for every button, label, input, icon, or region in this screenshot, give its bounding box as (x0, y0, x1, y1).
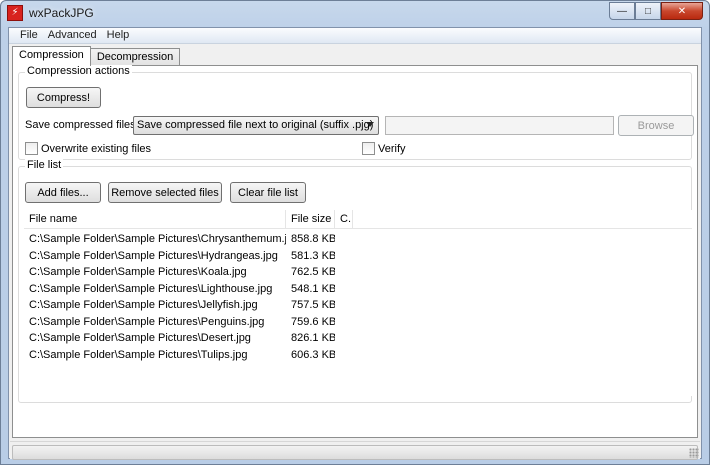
resize-grip-icon[interactable] (689, 448, 699, 458)
menu-help[interactable]: Help (102, 28, 135, 43)
table-row[interactable]: C:\Sample Folder\Sample Pictures\Lightho… (24, 281, 335, 298)
file-size-cell: 757.5 KB (291, 299, 335, 311)
menu-file[interactable]: File (15, 28, 43, 43)
file-list-rows: C:\Sample Folder\Sample Pictures\Chrysan… (24, 231, 335, 363)
menu-advanced[interactable]: Advanced (43, 28, 102, 43)
file-size-cell: 548.1 KB (291, 282, 335, 295)
file-size-cell: 826.1 KB (291, 332, 335, 344)
file-list-group: File list Add files... Remove selected f… (18, 159, 692, 403)
compress-button[interactable]: Compress! (26, 87, 101, 108)
file-name-cell: C:\Sample Folder\Sample Pictures\Koala.j… (29, 266, 247, 278)
tab-strip: Compression Decompression (12, 46, 181, 66)
file-size-cell: 762.5 KB (291, 266, 335, 278)
column-file-name[interactable]: File name (24, 210, 286, 229)
save-compressed-label: Save compressed files: (25, 119, 139, 131)
save-location-value: Save compressed file next to original (s… (137, 119, 374, 131)
output-path-field[interactable] (385, 116, 614, 135)
table-row[interactable]: C:\Sample Folder\Sample Pictures\Jellyfi… (24, 297, 335, 314)
file-name-cell: C:\Sample Folder\Sample Pictures\Chrysan… (29, 233, 286, 245)
minimize-button[interactable]: — (609, 2, 635, 20)
window-title: wxPackJPG (29, 6, 94, 20)
add-files-button[interactable]: Add files... (25, 182, 101, 203)
remove-selected-files-button[interactable]: Remove selected files (108, 182, 222, 203)
file-list-view[interactable]: File name File size C.. C:\Sample Folder… (24, 210, 692, 396)
tab-decompression[interactable]: Decompression (89, 48, 181, 66)
progress-bar (12, 445, 698, 460)
save-location-select[interactable]: Save compressed file next to original (s… (133, 116, 379, 135)
compression-actions-group: Compression actions Compress! Save compr… (18, 65, 694, 160)
title-bar[interactable]: ⚡ wxPackJPG — □ ✕ (1, 1, 709, 27)
clear-file-list-button[interactable]: Clear file list (230, 182, 306, 203)
table-row[interactable]: C:\Sample Folder\Sample Pictures\Hydrang… (24, 248, 335, 265)
column-compression[interactable]: C.. (335, 210, 353, 229)
file-size-cell: 759.6 KB (291, 315, 335, 328)
table-row[interactable]: C:\Sample Folder\Sample Pictures\Penguin… (24, 314, 335, 331)
caption-buttons: — □ ✕ (609, 2, 703, 20)
compression-panel: Compression actions Compress! Save compr… (12, 65, 698, 438)
chevron-down-icon (366, 122, 374, 127)
file-list-header: File name File size C.. (24, 210, 692, 229)
app-logo-icon: ⚡ (7, 5, 23, 21)
file-name-cell: C:\Sample Folder\Sample Pictures\Jellyfi… (29, 299, 258, 311)
file-name-cell: C:\Sample Folder\Sample Pictures\Desert.… (29, 332, 251, 344)
file-size-cell: 606.3 KB (291, 348, 335, 361)
close-button[interactable]: ✕ (661, 2, 703, 20)
file-size-cell: 858.8 KB (291, 233, 335, 245)
file-size-cell: 581.3 KB (291, 249, 335, 262)
table-row[interactable]: C:\Sample Folder\Sample Pictures\Chrysan… (24, 231, 335, 248)
status-bar (10, 441, 700, 460)
browse-button[interactable]: Browse (618, 115, 694, 136)
table-row[interactable]: C:\Sample Folder\Sample Pictures\Desert.… (24, 330, 335, 347)
verify-label: Verify (378, 143, 406, 155)
app-window: ⚡ wxPackJPG — □ ✕ File Advanced Help Com… (0, 0, 710, 465)
file-name-cell: C:\Sample Folder\Sample Pictures\Lightho… (29, 282, 273, 295)
table-row[interactable]: C:\Sample Folder\Sample Pictures\Koala.j… (24, 264, 335, 281)
file-name-cell: C:\Sample Folder\Sample Pictures\Tulips.… (29, 348, 248, 361)
verify-checkbox[interactable] (362, 142, 375, 155)
file-name-cell: C:\Sample Folder\Sample Pictures\Penguin… (29, 315, 265, 328)
overwrite-checkbox[interactable] (25, 142, 38, 155)
column-file-size[interactable]: File size (286, 210, 335, 229)
table-row[interactable]: C:\Sample Folder\Sample Pictures\Tulips.… (24, 347, 335, 364)
file-name-cell: C:\Sample Folder\Sample Pictures\Hydrang… (29, 249, 278, 262)
overwrite-label: Overwrite existing files (41, 143, 152, 155)
maximize-button[interactable]: □ (635, 2, 661, 20)
compression-actions-title: Compression actions (25, 65, 132, 77)
tab-compression[interactable]: Compression (12, 46, 91, 66)
menu-bar: File Advanced Help (9, 28, 701, 44)
client-area: File Advanced Help Compression Decompres… (8, 27, 702, 460)
file-list-title: File list (25, 159, 64, 171)
